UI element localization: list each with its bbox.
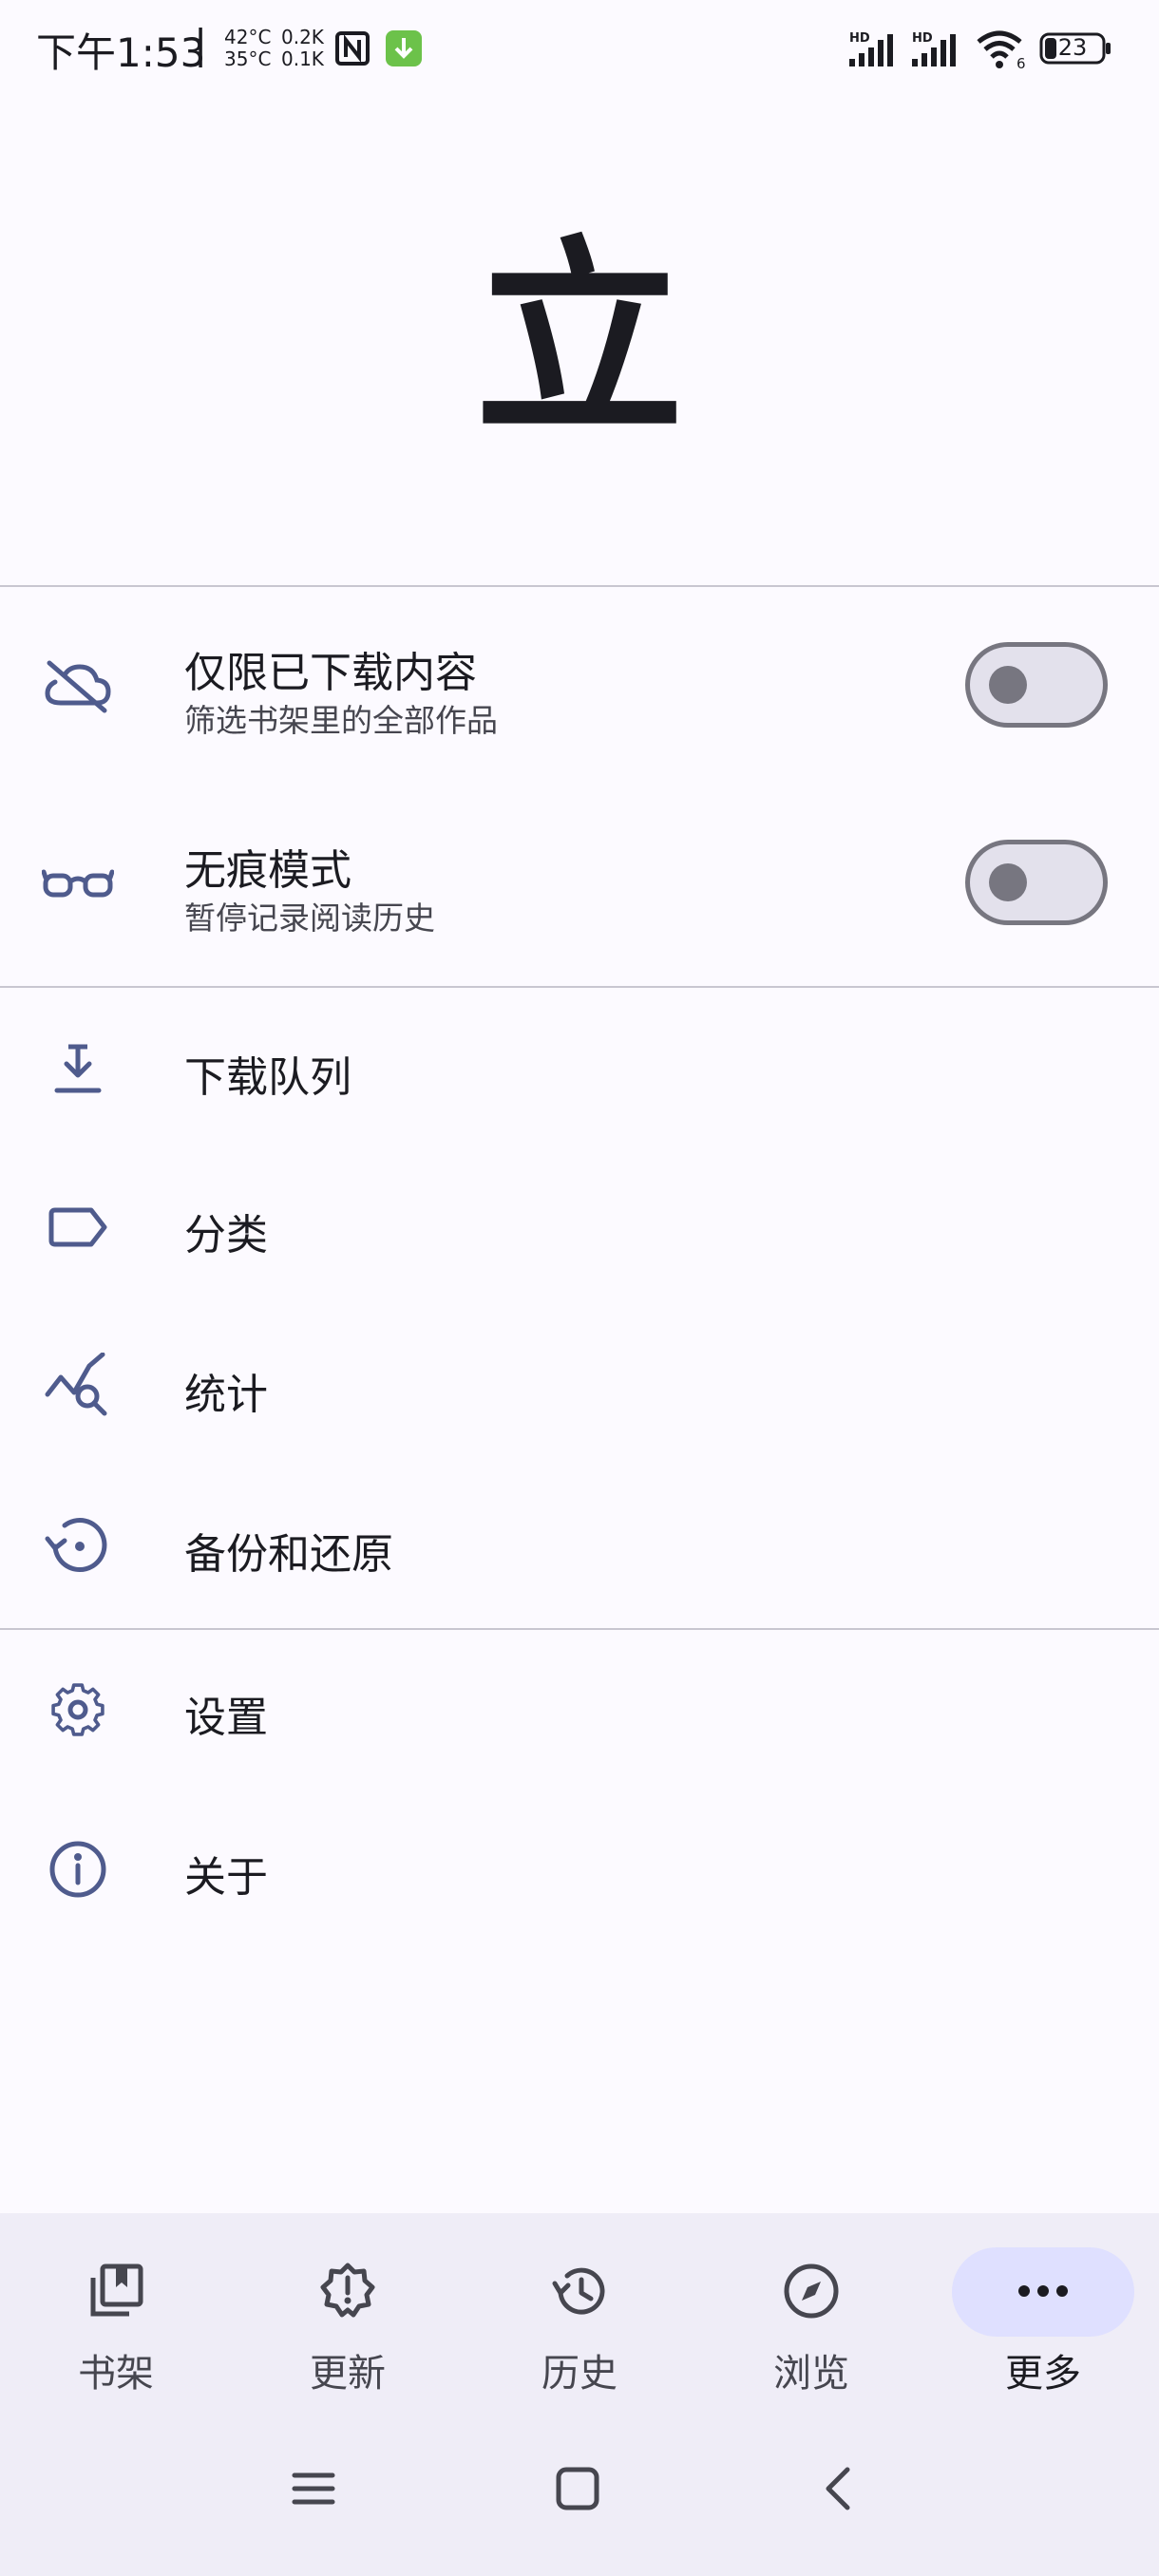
- nav-label-history: 历史: [542, 2352, 618, 2396]
- wifi-icon: 6: [977, 30, 1026, 70]
- recents-menu-icon[interactable]: [291, 2466, 336, 2511]
- divider-top: [0, 585, 1159, 587]
- menu-label-categories: 分类: [184, 1211, 268, 1260]
- nav-label-updates: 更新: [310, 2352, 386, 2396]
- downloaded-only-row[interactable]: 仅限已下载内容 筛选书架里的全部作品: [0, 589, 1159, 786]
- menu-label-backup-restore: 备份和还原: [184, 1530, 393, 1579]
- downloaded-only-title: 仅限已下载内容: [184, 649, 477, 697]
- gear-icon: [51, 1683, 104, 1736]
- menu-label-statistics: 统计: [184, 1371, 268, 1419]
- backup-restore-icon: [45, 1518, 107, 1572]
- menu-label-settings: 设置: [184, 1694, 268, 1742]
- home-icon[interactable]: [555, 2466, 600, 2511]
- menu-item-settings[interactable]: 设置: [0, 1630, 1159, 1790]
- nav-history[interactable]: 历史: [464, 2213, 695, 2420]
- library-icon: [90, 2263, 143, 2317]
- cloud-off-icon: [45, 660, 111, 713]
- nfc-icon: [335, 31, 370, 66]
- hd-badge-2: HD: [912, 31, 933, 46]
- download-icon: [54, 1044, 102, 1093]
- more-horizontal-icon: [1018, 2285, 1068, 2297]
- menu-item-about[interactable]: 关于: [0, 1790, 1159, 1949]
- switch-knob: [989, 863, 1027, 901]
- cell-signal-2-icon: HD: [912, 31, 956, 66]
- temperature-readout: 42°C 35°C: [224, 27, 271, 70]
- menu-item-statistics[interactable]: 统计: [0, 1309, 1159, 1468]
- glasses-icon: [42, 869, 114, 898]
- temp-bottom: 35°C: [224, 47, 272, 70]
- nav-label-library: 书架: [78, 2352, 154, 2396]
- status-time: 下午1:53: [36, 29, 206, 76]
- info-icon: [49, 1841, 106, 1898]
- nav-more[interactable]: 更多: [927, 2213, 1159, 2420]
- downloaded-only-subtitle: 筛选书架里的全部作品: [184, 702, 498, 739]
- history-icon: [552, 2267, 605, 2315]
- download-notification-icon: [386, 30, 422, 66]
- speed-bottom: 0.1K: [281, 47, 324, 70]
- incognito-row[interactable]: 无痕模式 暂停记录阅读历史: [0, 786, 1159, 986]
- incognito-title: 无痕模式: [184, 846, 352, 895]
- speed-top: 0.2K: [281, 26, 324, 48]
- nav-library[interactable]: 书架: [0, 2213, 232, 2420]
- app-logo: 立: [474, 218, 684, 462]
- nav-label-more: 更多: [1005, 2352, 1081, 2396]
- back-icon[interactable]: [817, 2466, 863, 2511]
- updates-alert-icon: [320, 2263, 375, 2318]
- menu-item-categories[interactable]: 分类: [0, 1149, 1159, 1309]
- menu-label-about: 关于: [184, 1853, 268, 1902]
- menu-label-download-queue: 下载队列: [184, 1053, 352, 1102]
- network-speed-readout: 0.2K 0.1K: [281, 27, 324, 70]
- stats-search-icon: [45, 1353, 107, 1416]
- nav-browse[interactable]: 浏览: [695, 2213, 927, 2420]
- label-icon: [48, 1207, 107, 1247]
- incognito-switch[interactable]: [965, 840, 1108, 925]
- temp-top: 42°C: [224, 26, 272, 48]
- battery-level: 23: [1057, 34, 1088, 61]
- menu-item-download-queue[interactable]: 下载队列: [0, 988, 1159, 1149]
- hd-badge-1: HD: [849, 31, 870, 46]
- incognito-subtitle: 暂停记录阅读历史: [184, 900, 435, 937]
- bottom-navigation: 书架 更新 历史 浏览 更多: [0, 2213, 1159, 2420]
- compass-icon: [784, 2263, 839, 2319]
- nav-updates[interactable]: 更新: [232, 2213, 464, 2420]
- nav-label-browse: 浏览: [773, 2352, 849, 2396]
- status-separator: |: [194, 21, 208, 67]
- system-navigation-bar: [0, 2420, 1159, 2576]
- cell-signal-1-icon: HD: [849, 31, 893, 66]
- switch-knob: [989, 666, 1027, 704]
- wifi-badge: 6: [1016, 55, 1026, 70]
- downloaded-only-switch[interactable]: [965, 642, 1108, 728]
- status-bar: 下午1:53 | 42°C 35°C 0.2K 0.1K HD HD 6 23: [0, 0, 1159, 95]
- menu-item-backup-restore[interactable]: 备份和还原: [0, 1468, 1159, 1628]
